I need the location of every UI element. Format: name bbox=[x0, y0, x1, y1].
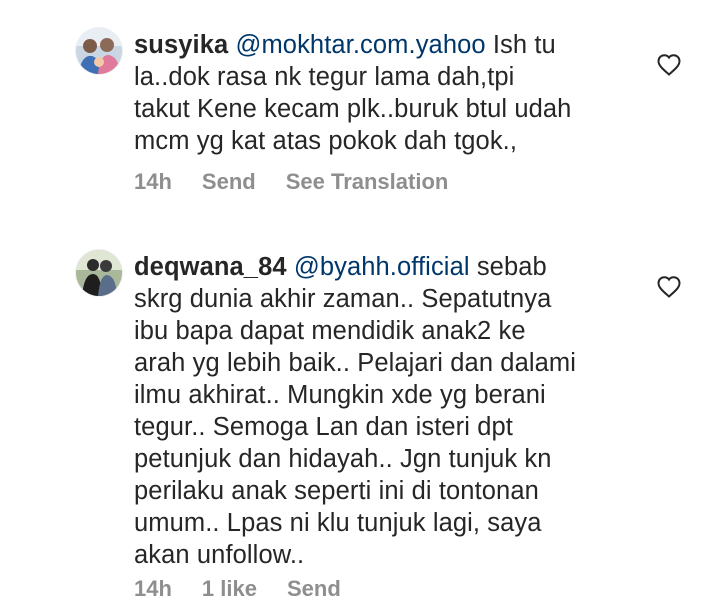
comment-text-line: Ish tu bbox=[492, 31, 556, 59]
comment-text: susyika @mokhtar.com.yahoo Ish tu la..do… bbox=[134, 29, 639, 157]
comment-mention[interactable]: @byahh.official bbox=[294, 253, 470, 281]
like-heart-icon[interactable] bbox=[656, 53, 682, 77]
like-heart-icon[interactable] bbox=[656, 275, 682, 299]
comment-timestamp: 14h bbox=[134, 169, 172, 194]
likes-count-link[interactable]: 1 like bbox=[202, 576, 257, 601]
comment-text-line: petunjuk dan hidayah.. Jgn tunjuk kn bbox=[134, 445, 552, 473]
comment-text-line: arah yg lebih baik.. Pelajari dan dalami bbox=[134, 349, 577, 377]
avatar-image-icon bbox=[76, 28, 122, 74]
comment-timestamp: 14h bbox=[134, 576, 172, 601]
comment-text-line: ilmu akhirat.. Mungkin xde yg berani bbox=[134, 381, 546, 409]
comment-text-line: perilaku anak seperti ini di tontonan bbox=[134, 477, 539, 505]
comment-username[interactable]: deqwana_84 bbox=[134, 253, 287, 281]
comment-text: deqwana_84 @byahh.official sebab skrg du… bbox=[134, 251, 639, 571]
comment-text-line: sebab bbox=[476, 253, 547, 281]
send-button[interactable]: Send bbox=[202, 169, 256, 194]
avatar-image-icon bbox=[76, 250, 122, 296]
comment-text-line: akan unfollow.. bbox=[134, 541, 305, 569]
comment-meta: 14h 1 like Send bbox=[134, 576, 371, 602]
comment-text-line: tegur.. Semoga Lan dan isteri dpt bbox=[134, 413, 513, 441]
avatar[interactable] bbox=[76, 28, 122, 74]
comment-text-line: takut Kene kecam plk..buruk btul udah bbox=[134, 95, 572, 123]
comment-username[interactable]: susyika bbox=[134, 31, 228, 59]
comment-text-line: skrg dunia akhir zaman.. Sepatutnya bbox=[134, 285, 552, 313]
avatar[interactable] bbox=[76, 250, 122, 296]
see-translation-button[interactable]: See Translation bbox=[286, 169, 449, 194]
comment-text-line: mcm yg kat atas pokok dah tgok., bbox=[134, 127, 518, 155]
comment-text-line: umum.. Lpas ni klu tunjuk lagi, saya bbox=[134, 509, 542, 537]
comment-text-line: la..dok rasa nk tegur lama dah,tpi bbox=[134, 63, 515, 91]
send-button[interactable]: Send bbox=[287, 576, 341, 601]
comment-mention[interactable]: @mokhtar.com.yahoo bbox=[235, 31, 485, 59]
comment-meta: 14h Send See Translation bbox=[134, 169, 478, 195]
comment-text-line: ibu bapa dapat mendidik anak2 ke bbox=[134, 317, 526, 345]
